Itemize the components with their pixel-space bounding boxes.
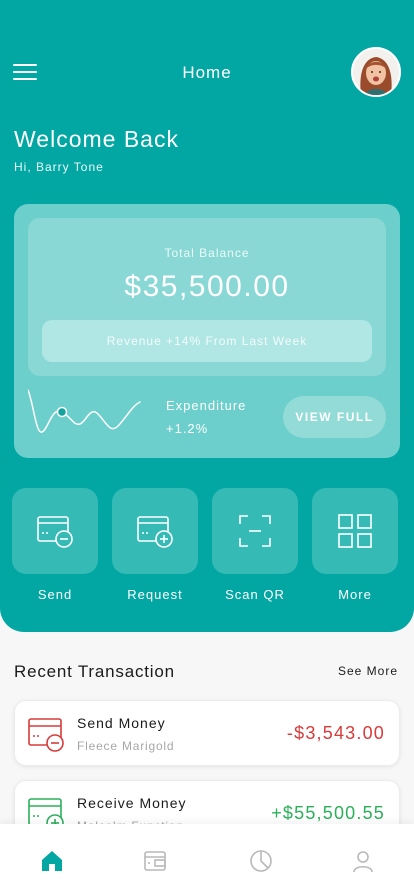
nav-home[interactable] — [39, 848, 65, 874]
request-label: Request — [127, 587, 183, 602]
nav-stats[interactable] — [248, 848, 274, 874]
wallet-icon — [144, 851, 166, 871]
transaction-row[interactable]: Send Money Fleece Marigold -$3,543.00 — [14, 700, 400, 766]
nav-profile[interactable] — [350, 848, 376, 874]
welcome-title: Welcome Back — [14, 126, 179, 152]
card-minus-icon — [28, 718, 64, 752]
greeting-text: Hi, Barry Tone — [14, 160, 104, 174]
expenditure-sparkline — [28, 389, 141, 433]
grid-icon — [338, 514, 372, 548]
expenditure-value: +1.2% — [166, 421, 209, 436]
transaction-name: Send Money — [77, 715, 166, 731]
transaction-amount: +$55,500.55 — [271, 803, 385, 823]
see-more-link[interactable]: See More — [338, 664, 398, 678]
total-balance-label: Total Balance — [164, 246, 250, 260]
transaction-person: Fleece Marigold — [77, 739, 175, 753]
card-minus-icon — [37, 516, 73, 548]
request-button[interactable] — [112, 488, 198, 574]
transaction-name: Receive Money — [77, 795, 187, 811]
scan-qr-label: Scan QR — [225, 587, 285, 602]
more-button[interactable] — [312, 488, 398, 574]
total-balance-panel: Total Balance $35,500.00 Revenue +14% Fr… — [28, 218, 386, 376]
more-label: More — [338, 587, 372, 602]
view-full-button[interactable]: VIEW FULL — [283, 396, 386, 438]
transaction-amount: -$3,543.00 — [286, 723, 385, 743]
profile-icon — [353, 851, 373, 873]
total-balance-amount: $35,500.00 — [124, 270, 290, 303]
avatar-portrait-icon — [353, 49, 399, 95]
pie-chart-icon — [250, 850, 272, 872]
balance-card: Total Balance $35,500.00 Revenue +14% Fr… — [14, 204, 400, 458]
send-label: Send — [37, 587, 73, 602]
expenditure-label: Expenditure — [166, 398, 247, 413]
bottom-navigation — [0, 824, 414, 896]
nav-wallet[interactable] — [142, 848, 168, 874]
scan-qr-button[interactable] — [212, 488, 298, 574]
send-button[interactable] — [12, 488, 98, 574]
card-plus-icon — [137, 516, 173, 548]
revenue-note: Revenue +14% From Last Week — [42, 320, 372, 362]
avatar[interactable] — [351, 47, 401, 97]
scan-frame-icon — [239, 515, 271, 547]
recent-transaction-title: Recent Transaction — [14, 662, 175, 681]
home-icon — [42, 851, 62, 871]
